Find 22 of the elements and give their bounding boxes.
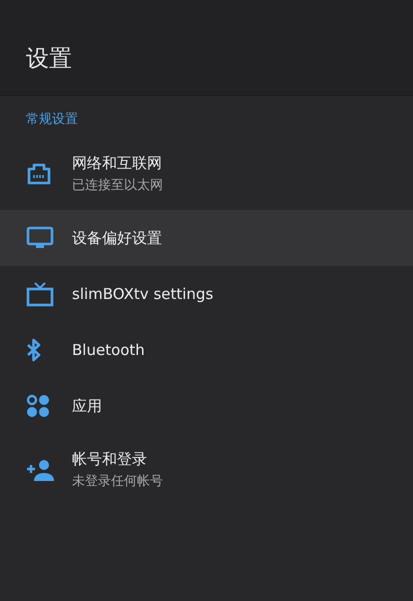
apps-icon [26, 394, 50, 418]
settings-item[interactable]: 帐号和登录 未登录任何帐号 [0, 438, 413, 502]
bluetooth-icon [26, 338, 42, 362]
item-title: Bluetooth [72, 341, 145, 359]
section-label: 常规设置 [25, 111, 79, 129]
item-title: 应用 [72, 396, 102, 416]
settings-item[interactable]: 网络和互联网 已连接至以太网 [0, 142, 413, 206]
settings-item[interactable]: 应用 [0, 378, 413, 434]
settings-item[interactable]: 设备偏好设置 [0, 210, 413, 266]
item-subtitle: 未登录任何帐号 [72, 473, 163, 490]
ethernet-port-icon [26, 162, 52, 186]
settings-item[interactable]: Bluetooth [0, 322, 413, 378]
item-title: 网络和互联网 [72, 154, 163, 173]
settings-item[interactable]: slimBOXtv settings [0, 266, 413, 322]
monitor-icon [26, 226, 54, 250]
item-subtitle: 已连接至以太网 [72, 177, 163, 194]
item-title: slimBOXtv settings [72, 285, 214, 303]
tv-icon [26, 281, 54, 307]
add-person-icon [26, 459, 54, 481]
item-title: 设备偏好设置 [72, 228, 162, 248]
page-title: 设置 [26, 45, 72, 74]
item-title: 帐号和登录 [72, 450, 148, 469]
